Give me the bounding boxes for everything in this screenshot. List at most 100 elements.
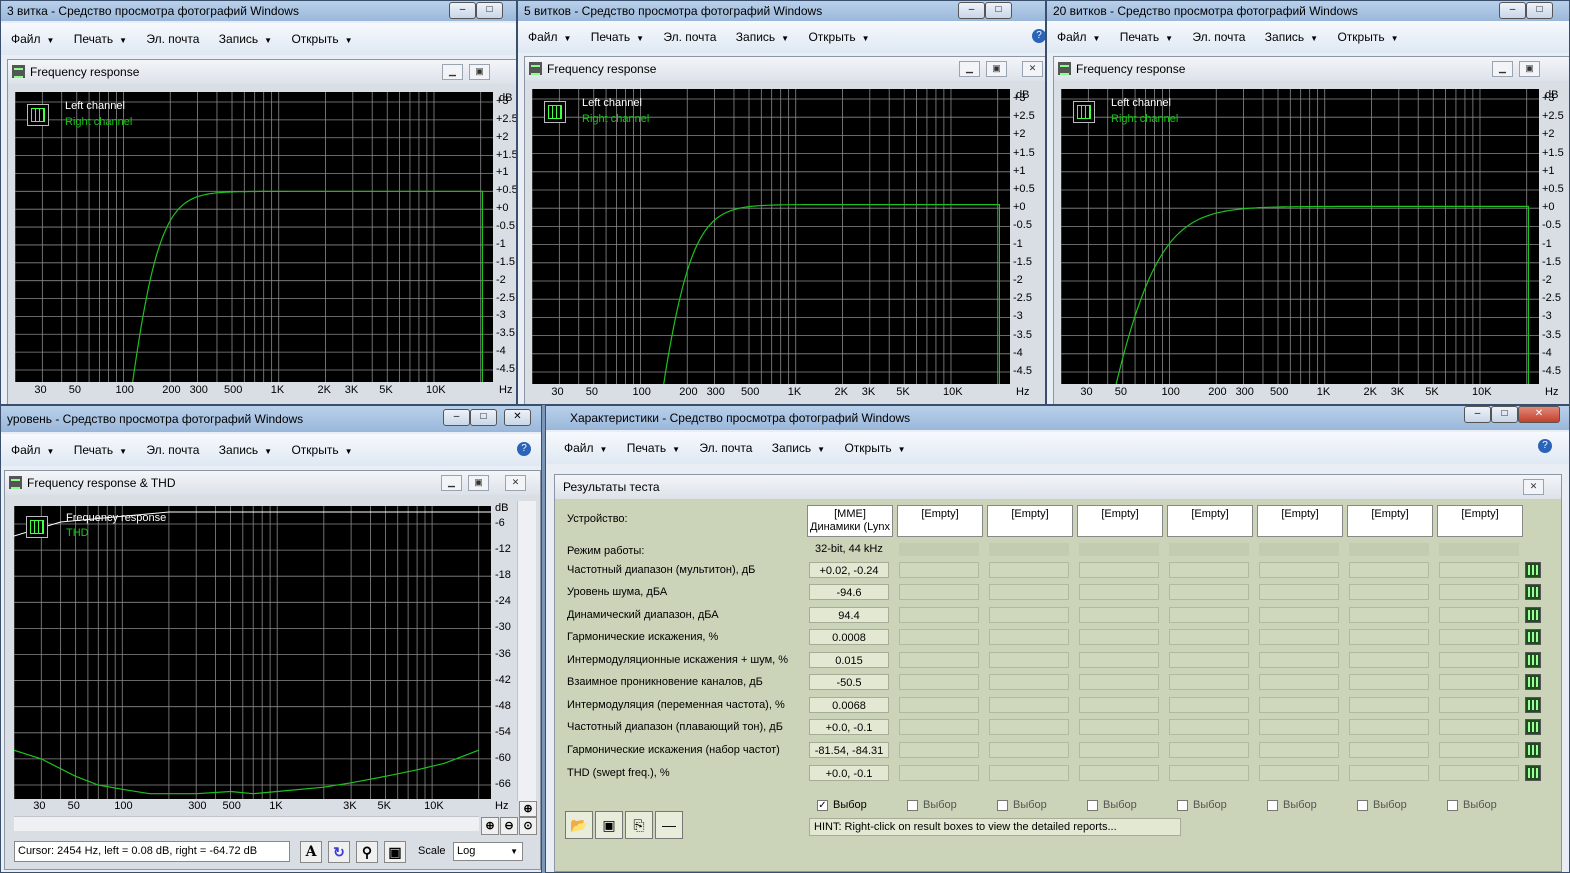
graph-report-icon[interactable]	[1525, 562, 1541, 578]
result-empty-cell[interactable]	[989, 607, 1069, 623]
menu-open[interactable]: Открыть ▼	[291, 23, 352, 57]
result-empty-cell[interactable]	[1349, 697, 1429, 713]
result-empty-cell[interactable]	[1169, 562, 1249, 578]
result-value[interactable]: +0.02, -0.24	[809, 562, 889, 578]
result-empty-cell[interactable]	[1439, 584, 1519, 600]
graph-report-icon[interactable]	[1525, 719, 1541, 735]
minimize-button[interactable]: –	[958, 2, 985, 19]
select-checkbox[interactable]	[1447, 800, 1458, 811]
result-empty-cell[interactable]	[1439, 674, 1519, 690]
zoom-fit-icon[interactable]: ⊙	[519, 817, 537, 835]
result-empty-cell[interactable]	[1079, 607, 1159, 623]
menu-email[interactable]: Эл. почта	[146, 23, 199, 55]
result-empty-cell[interactable]	[899, 652, 979, 668]
result-empty-cell[interactable]	[1079, 674, 1159, 690]
result-empty-cell[interactable]	[989, 765, 1069, 781]
result-empty-cell[interactable]	[1169, 719, 1249, 735]
maximize-button[interactable]: □	[1491, 406, 1518, 423]
result-empty-cell[interactable]	[1169, 652, 1249, 668]
frame-minimize-button[interactable]: ▁	[1492, 61, 1513, 77]
menu-print[interactable]: Печать ▼	[627, 432, 680, 466]
result-empty-cell[interactable]	[989, 742, 1069, 758]
result-value[interactable]: 0.0008	[809, 629, 889, 645]
help-icon[interactable]: ?	[517, 442, 531, 456]
frame-close-button[interactable]: ✕	[1022, 61, 1043, 77]
menu-print[interactable]: Печать ▼	[74, 23, 127, 57]
result-empty-cell[interactable]	[1259, 674, 1339, 690]
result-empty-cell[interactable]	[1079, 719, 1159, 735]
result-empty-cell[interactable]	[899, 742, 979, 758]
result-empty-cell[interactable]	[1349, 652, 1429, 668]
menu-print[interactable]: Печать ▼	[1120, 21, 1173, 55]
select-checkbox[interactable]	[1267, 800, 1278, 811]
result-empty-cell[interactable]	[1259, 584, 1339, 600]
device-column-header[interactable]: [Empty]	[1167, 505, 1253, 537]
menu-file[interactable]: Файл ▼	[564, 432, 607, 466]
select-checkbox[interactable]	[997, 800, 1008, 811]
device-column-header[interactable]: [Empty]	[1437, 505, 1523, 537]
menu-open[interactable]: Открыть ▼	[291, 434, 352, 468]
result-empty-cell[interactable]	[1439, 629, 1519, 645]
horizontal-scrollbar[interactable]	[14, 816, 479, 831]
graph-report-icon[interactable]	[1525, 697, 1541, 713]
frame-minimize-button[interactable]: ▁	[959, 61, 980, 77]
save-icon[interactable]: ▣	[595, 811, 623, 839]
result-empty-cell[interactable]	[1169, 674, 1249, 690]
maximize-button[interactable]: □	[476, 2, 503, 19]
menu-record[interactable]: Запись ▼	[219, 434, 272, 468]
select-checkbox[interactable]	[1357, 800, 1368, 811]
result-empty-cell[interactable]	[899, 697, 979, 713]
result-empty-cell[interactable]	[1079, 652, 1159, 668]
vertical-scrollbar[interactable]	[517, 501, 536, 801]
result-empty-cell[interactable]	[1439, 765, 1519, 781]
menu-email[interactable]: Эл. почта	[146, 434, 199, 466]
zoom-icon[interactable]: ⊕	[519, 801, 537, 817]
result-empty-cell[interactable]	[1349, 629, 1429, 645]
graph-report-icon[interactable]	[1525, 629, 1541, 645]
menu-file[interactable]: Файл ▼	[528, 21, 571, 55]
result-empty-cell[interactable]	[989, 674, 1069, 690]
result-empty-cell[interactable]	[1169, 584, 1249, 600]
result-empty-cell[interactable]	[1169, 742, 1249, 758]
result-empty-cell[interactable]	[1259, 719, 1339, 735]
menu-record[interactable]: Запись ▼	[219, 23, 272, 57]
frame-restore-button[interactable]: ▣	[986, 61, 1007, 77]
device-column-header[interactable]: [Empty]	[1077, 505, 1163, 537]
frame-minimize-button[interactable]: ▁	[442, 64, 463, 80]
graph-report-icon[interactable]	[1525, 652, 1541, 668]
result-empty-cell[interactable]	[989, 697, 1069, 713]
menu-file[interactable]: Файл ▼	[11, 434, 54, 468]
zoom-in-icon[interactable]: ⊕	[481, 817, 499, 835]
copy-icon[interactable]: ⎘	[625, 811, 653, 839]
minimize-button[interactable]: –	[1499, 2, 1526, 19]
result-empty-cell[interactable]	[899, 607, 979, 623]
frame-restore-button[interactable]: ▣	[468, 475, 489, 491]
maximize-button[interactable]: □	[470, 409, 497, 426]
maximize-button[interactable]: □	[985, 2, 1012, 19]
result-empty-cell[interactable]	[1079, 765, 1159, 781]
menu-record[interactable]: Запись ▼	[736, 21, 789, 55]
graph-report-icon[interactable]	[1525, 584, 1541, 600]
result-empty-cell[interactable]	[899, 719, 979, 735]
result-value[interactable]: +0.0, -0.1	[809, 765, 889, 781]
search-icon[interactable]: ⚲	[356, 841, 378, 863]
result-value[interactable]: -81.54, -84.31	[809, 742, 889, 758]
menu-open[interactable]: Открыть ▼	[844, 432, 905, 466]
frame-close-button[interactable]: ✕	[1523, 479, 1544, 495]
result-empty-cell[interactable]	[989, 652, 1069, 668]
result-empty-cell[interactable]	[1079, 742, 1159, 758]
result-empty-cell[interactable]	[1349, 674, 1429, 690]
scale-select[interactable]: Log ▼	[453, 842, 523, 861]
result-empty-cell[interactable]	[1259, 607, 1339, 623]
graph-report-icon[interactable]	[1525, 607, 1541, 623]
result-value[interactable]: -94.6	[809, 584, 889, 600]
result-empty-cell[interactable]	[1259, 765, 1339, 781]
help-icon[interactable]: ?	[1538, 439, 1552, 453]
result-empty-cell[interactable]	[989, 629, 1069, 645]
device-column-header[interactable]: [Empty]	[987, 505, 1073, 537]
result-empty-cell[interactable]	[1169, 607, 1249, 623]
font-icon[interactable]: A	[300, 841, 322, 863]
result-value[interactable]: 0.015	[809, 652, 889, 668]
minimize-button[interactable]: –	[1464, 406, 1491, 423]
result-empty-cell[interactable]	[1439, 697, 1519, 713]
